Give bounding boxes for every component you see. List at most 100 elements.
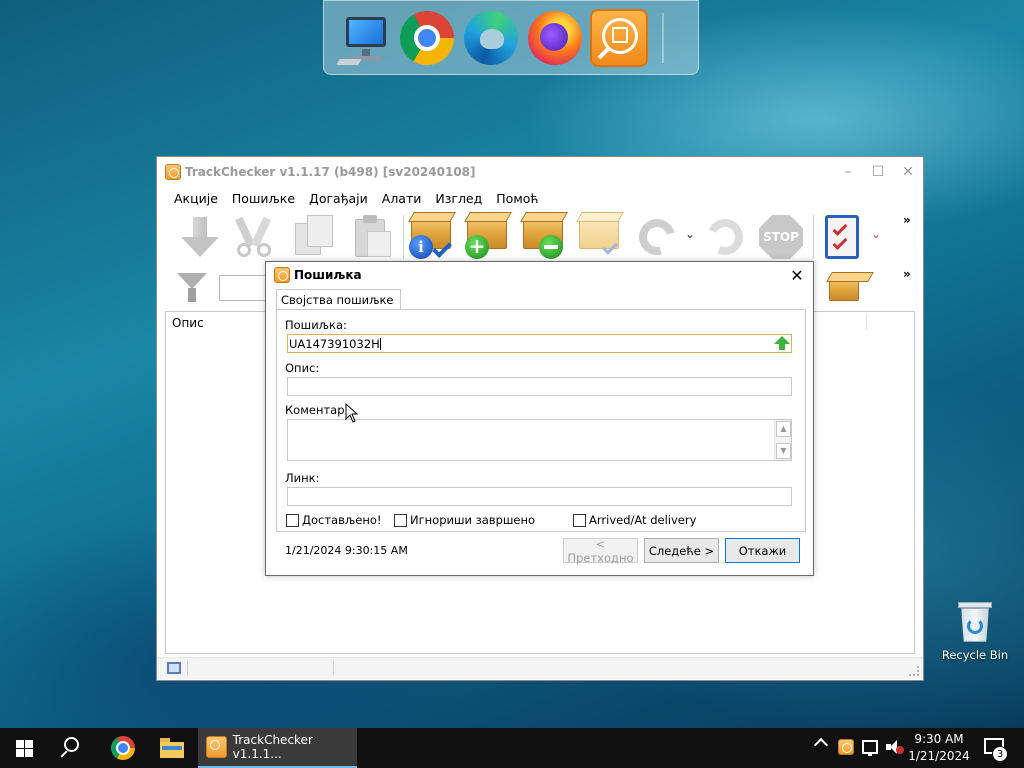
- app-icon: [165, 164, 181, 180]
- maximize-button[interactable]: ☐: [863, 157, 893, 187]
- trackchecker-icon[interactable]: [590, 8, 648, 67]
- arrived-checkbox[interactable]: Arrived/At delivery: [573, 513, 696, 527]
- dialog-close-button[interactable]: ✕: [781, 262, 813, 288]
- taskbar: TrackChecker v1.1.1... 9:30 AM 1/21/2024…: [0, 728, 1024, 768]
- shipment-label: Пошиљка:: [285, 318, 347, 332]
- text-caret: [379, 338, 381, 350]
- tray-trackchecker-icon[interactable]: [838, 739, 854, 755]
- tab-shipment-properties[interactable]: Својства пошиљке: [276, 289, 401, 310]
- shipment-value: UA147391032H: [289, 337, 380, 351]
- checklist-icon[interactable]: [819, 213, 867, 261]
- checkbox-box[interactable]: [394, 513, 407, 527]
- column-divider: [866, 314, 867, 330]
- status-bar: [157, 657, 923, 679]
- menu-view[interactable]: Изглед: [428, 191, 489, 206]
- ignore-finished-checkbox[interactable]: Игнориши завршено: [394, 513, 535, 527]
- package-add-icon[interactable]: +: [463, 213, 511, 261]
- dialog-title: Пошиљка: [294, 268, 362, 282]
- arrived-label: Arrived/At delivery: [589, 513, 697, 527]
- dialog-title-bar[interactable]: Пошиљка ✕: [266, 262, 813, 288]
- edge-icon[interactable]: [462, 9, 520, 67]
- clock-date: 1/21/2024: [908, 749, 970, 763]
- shipment-input[interactable]: UA147391032H: [287, 334, 792, 353]
- toolbar-overflow-button[interactable]: »: [903, 213, 911, 227]
- column-description[interactable]: Опис: [172, 316, 204, 330]
- minimize-button[interactable]: –: [833, 157, 863, 187]
- toolbar-separator: [813, 215, 814, 259]
- package-icon[interactable]: [827, 271, 863, 303]
- status-divider: [333, 661, 334, 675]
- menu-bar: Акције Пошиљке Догађаји Алати Изглед Пом…: [157, 187, 923, 209]
- toolbar: i + ⌄ STOP ⌄ »: [157, 212, 923, 263]
- file-explorer-icon[interactable]: [160, 738, 184, 758]
- app-icon: [274, 267, 290, 283]
- tab-strip: Својства пошиљке: [276, 289, 401, 310]
- ignore-finished-label: Игнориши завршено: [410, 513, 536, 527]
- cancel-button[interactable]: Откажи: [725, 538, 800, 563]
- network-status-icon: [167, 662, 181, 674]
- next-button[interactable]: Следеће >: [644, 538, 719, 563]
- tray-chevron-up-icon[interactable]: [813, 737, 829, 753]
- scroll-up-icon[interactable]: ▲: [776, 421, 791, 437]
- app-dock: [323, 0, 699, 75]
- dock-separator: [662, 12, 664, 63]
- scroll-down-icon[interactable]: ▼: [776, 443, 791, 459]
- network-icon[interactable]: [862, 740, 878, 756]
- menu-events[interactable]: Догађаји: [302, 191, 375, 206]
- comment-textarea[interactable]: ▲ ▼: [287, 419, 792, 461]
- menu-tools[interactable]: Алати: [375, 191, 429, 206]
- import-arrow-icon[interactable]: [177, 213, 225, 261]
- close-button[interactable]: ✕: [893, 157, 923, 187]
- package-info-icon[interactable]: i: [407, 213, 455, 261]
- checkbox-box[interactable]: [286, 513, 299, 527]
- refresh-dropdown-icon[interactable]: ⌄: [685, 227, 695, 241]
- comment-scrollbar[interactable]: ▲ ▼: [774, 420, 791, 460]
- refresh-all-icon[interactable]: [701, 213, 749, 261]
- refresh-icon[interactable]: [632, 212, 682, 262]
- chrome-icon[interactable]: [398, 9, 456, 67]
- copy-icon[interactable]: [291, 213, 339, 261]
- paste-icon[interactable]: [349, 213, 397, 261]
- link-input[interactable]: [287, 487, 792, 506]
- previous-button[interactable]: < Претходно: [563, 537, 638, 565]
- cut-scissors-icon[interactable]: [233, 213, 281, 261]
- menu-help[interactable]: Помоћ: [489, 191, 545, 206]
- start-windows-icon[interactable]: [16, 740, 33, 757]
- search-icon[interactable]: [58, 735, 84, 761]
- recycle-bin-icon[interactable]: [958, 600, 992, 642]
- menu-actions[interactable]: Акције: [167, 191, 225, 206]
- clock-time: 9:30 AM: [914, 732, 964, 746]
- this-pc-icon[interactable]: [334, 9, 392, 67]
- dialog-timestamp: 1/21/2024 9:30:15 AM: [285, 544, 408, 557]
- delivered-checkbox[interactable]: Достављено!: [286, 513, 381, 527]
- delivered-label: Достављено!: [302, 513, 382, 527]
- taskbar-chrome-icon[interactable]: [111, 736, 135, 760]
- packages-check-icon[interactable]: [575, 213, 623, 261]
- checklist-dropdown-icon[interactable]: ⌄: [871, 227, 881, 241]
- trackchecker-icon: [206, 736, 227, 758]
- package-remove-icon[interactable]: [519, 213, 567, 261]
- notification-count-badge: 3: [992, 746, 1008, 762]
- filterbar-overflow-button[interactable]: »: [903, 267, 911, 281]
- description-input[interactable]: [287, 377, 792, 396]
- checkbox-box[interactable]: [573, 513, 586, 527]
- recycle-bin[interactable]: Recycle Bin: [940, 600, 1010, 662]
- resize-grip[interactable]: [909, 666, 919, 676]
- menu-shipments[interactable]: Пошиљке: [225, 191, 302, 206]
- upload-arrow-icon[interactable]: [773, 335, 791, 352]
- system-clock[interactable]: 9:30 AM 1/21/2024: [906, 731, 972, 765]
- recycle-bin-label: Recycle Bin: [941, 648, 1009, 662]
- filter-funnel-icon[interactable]: [177, 273, 207, 302]
- description-label: Опис:: [285, 361, 320, 375]
- status-divider: [187, 661, 188, 675]
- taskbar-item-trackchecker[interactable]: TrackChecker v1.1.1...: [198, 728, 357, 768]
- title-bar[interactable]: TrackChecker v1.1.17 (b498) [sv20240108]…: [157, 157, 923, 187]
- firefox-icon[interactable]: [526, 9, 584, 67]
- comment-label: Коментар:: [285, 403, 349, 417]
- volume-muted-icon[interactable]: [886, 740, 904, 754]
- taskbar-task-label: TrackChecker v1.1.1...: [232, 733, 313, 761]
- toolbar-separator: [403, 215, 404, 259]
- window-title: TrackChecker v1.1.17 (b498) [sv20240108]: [185, 165, 476, 179]
- mouse-cursor-icon: [345, 403, 359, 423]
- stop-icon[interactable]: STOP: [757, 213, 805, 261]
